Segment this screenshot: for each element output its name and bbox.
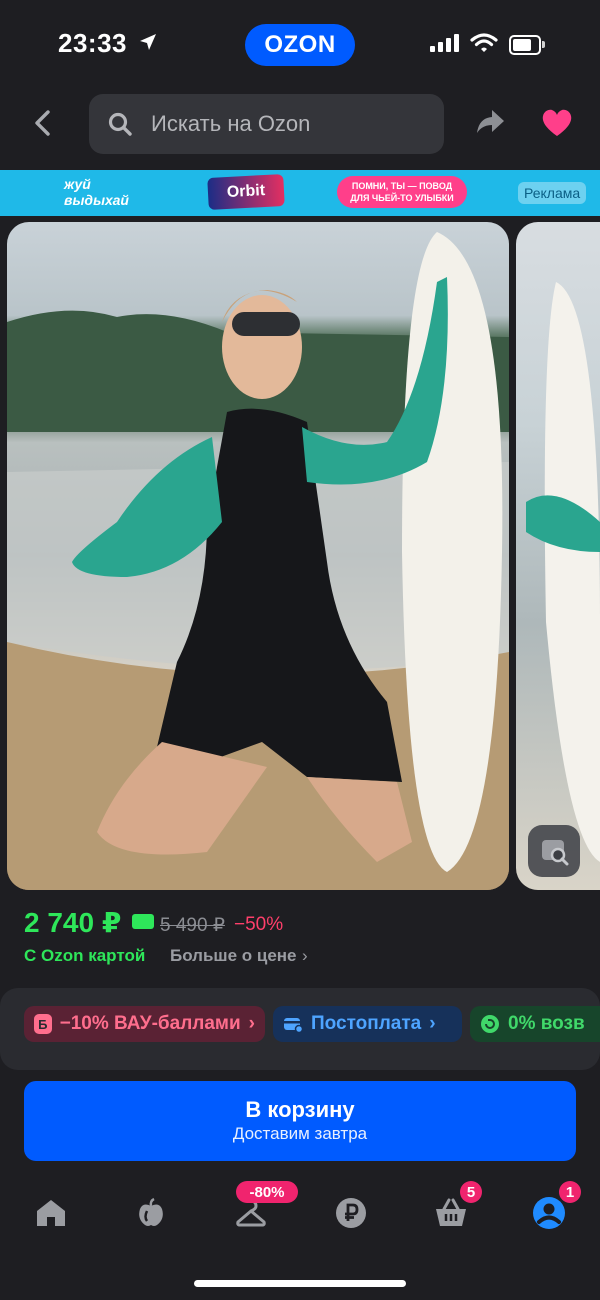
product-photo[interactable] [7, 222, 509, 890]
share-button[interactable] [474, 106, 506, 143]
apple-icon [139, 1197, 163, 1226]
banner-slogan-line2: выдыхай [64, 192, 129, 208]
offer-bav-label: −10% ВАУ-баллами [59, 1013, 241, 1034]
product-photo-illustration [7, 232, 509, 890]
image-search-icon [542, 840, 569, 866]
tab-fresh[interactable] [131, 1193, 171, 1233]
banner-promo-line2: ДЛЯ ЧЬЕЙ-ТО УЛЫБКИ [350, 193, 454, 203]
add-to-cart-button[interactable]: В корзину Доставим завтра [24, 1081, 576, 1161]
bav-points-icon: Б [34, 1014, 52, 1034]
current-price: 2 740 ₽ [24, 907, 122, 938]
tab-home[interactable] [31, 1193, 71, 1233]
offer-zero-percent-label: 0% возв [508, 1013, 585, 1034]
ozon-logo: OZON [245, 24, 355, 66]
banner-promo: ПОМНИ, ТЫ — ПОВОД ДЛЯ ЧЬЕЙ-ТО УЛЫБКИ [337, 176, 467, 208]
return-icon [481, 1015, 499, 1033]
offer-postpay[interactable]: Постоплата › [273, 1006, 462, 1042]
ad-label: Реклама [518, 182, 587, 204]
ruble-icon [336, 1198, 366, 1228]
favorite-button[interactable] [541, 108, 573, 143]
tab-finance[interactable] [331, 1193, 371, 1233]
discount-percent: −50% [234, 914, 284, 935]
battery-tip [542, 41, 545, 48]
offer-bav-points[interactable]: Б −10% ВАУ-баллами › [24, 1006, 265, 1042]
wifi-icon [470, 32, 498, 59]
chevron-right-icon: › [248, 1013, 255, 1034]
banner-product: Orbit [207, 174, 285, 210]
offer-zero-percent[interactable]: 0% возв [470, 1006, 600, 1042]
share-arrow-icon [477, 110, 504, 133]
delivery-label: Доставим завтра [232, 1124, 368, 1143]
banner-slogan: жуй выдыхай [64, 176, 129, 208]
add-to-cart-label: В корзину [245, 1097, 355, 1122]
chevron-left-icon [35, 110, 50, 136]
sale-badge: -80% [236, 1181, 298, 1203]
chevron-right-icon: › [429, 1013, 436, 1034]
old-price: 5 490 ₽ [160, 915, 225, 936]
back-button[interactable] [28, 108, 58, 138]
search-icon [108, 112, 132, 136]
cart-count-badge: 5 [460, 1181, 482, 1203]
status-time: 23:33 [58, 28, 127, 58]
visual-search-button[interactable] [528, 825, 580, 877]
profile-badge: 1 [559, 1181, 581, 1203]
ad-banner[interactable]: жуй выдыхай Orbit ПОМНИ, ТЫ — ПОВОД ДЛЯ … [0, 170, 600, 216]
next-photo-illustration [526, 282, 600, 862]
location-arrow-icon [138, 32, 158, 57]
more-about-price-link[interactable]: Больше о цене [170, 946, 297, 966]
home-icon [37, 1200, 65, 1226]
product-photo-next[interactable] [516, 222, 600, 890]
search-bar[interactable] [89, 94, 444, 154]
profile-icon [533, 1197, 565, 1229]
search-input[interactable] [149, 110, 433, 138]
banner-slogan-line1: жуй [64, 176, 91, 192]
ozon-card-icon [132, 914, 154, 929]
cellular-signal-icon [430, 34, 459, 52]
ozon-card-label: С Ozon картой [24, 946, 146, 965]
home-indicator [194, 1280, 406, 1287]
postpay-icon [284, 1018, 303, 1033]
battery-icon [509, 35, 541, 55]
heart-icon [542, 109, 572, 136]
basket-icon [436, 1198, 466, 1226]
offer-postpay-label: Постоплата [311, 1013, 422, 1034]
offers-row[interactable]: Б −10% ВАУ-баллами › Постоплата › 0% воз… [24, 1006, 600, 1042]
banner-promo-line1: ПОМНИ, ТЫ — ПОВОД [351, 181, 453, 191]
chevron-right-icon: › [302, 946, 308, 965]
